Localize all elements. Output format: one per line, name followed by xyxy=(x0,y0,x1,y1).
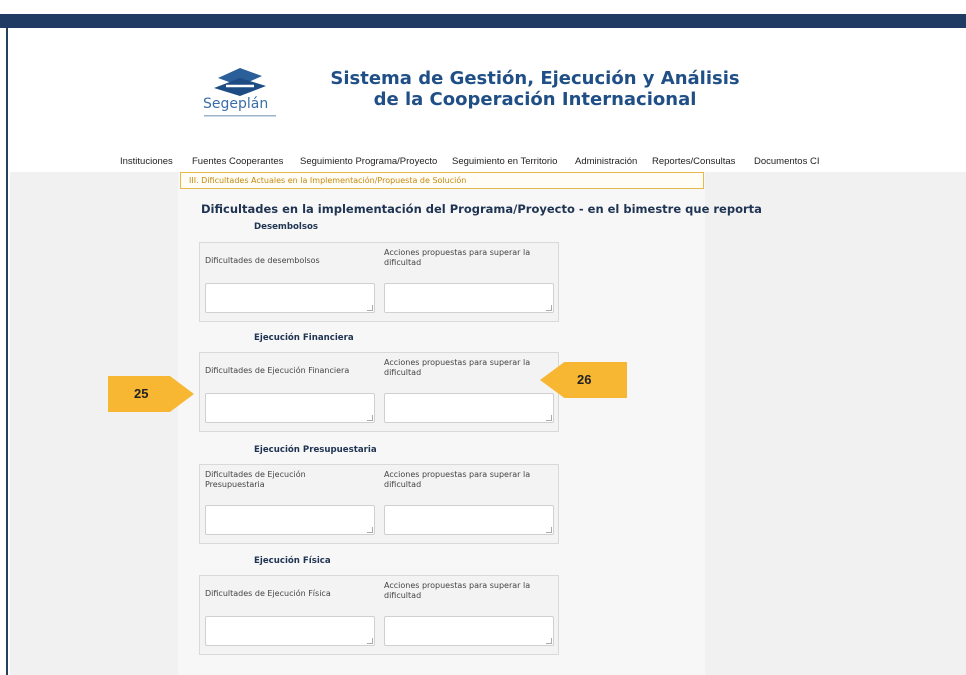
nav-item-seguimiento-programa[interactable]: Seguimiento Programa/Proyecto xyxy=(300,156,437,167)
nav-item-fuentes-cooperantes[interactable]: Fuentes Cooperantes xyxy=(192,156,283,167)
dificultades-financiera-textarea[interactable] xyxy=(205,393,375,423)
resize-handle-icon[interactable] xyxy=(546,415,552,421)
group-title-ejecucion-presupuestaria: Ejecución Presupuestaria xyxy=(254,445,377,455)
top-bar xyxy=(0,14,966,28)
acciones-fisica-textarea[interactable] xyxy=(384,616,554,646)
callout-26-label: 26 xyxy=(577,372,592,387)
main-nav: Instituciones Fuentes Cooperantes Seguim… xyxy=(10,152,966,173)
nav-item-seguimiento-territorio[interactable]: Seguimiento en Territorio xyxy=(452,156,557,167)
field-label: Acciones propuestas para superar la difi… xyxy=(384,581,531,600)
dificultades-fisica-textarea[interactable] xyxy=(205,616,375,646)
field-label: Dificultades de Ejecución Física xyxy=(205,589,331,598)
acciones-desembolsos-textarea[interactable] xyxy=(384,283,554,313)
group-box-ejecucion-fisica: Dificultades de Ejecución Física Accione… xyxy=(199,575,559,655)
field-label: Dificultades de Ejecución Financiera xyxy=(205,366,350,375)
field-label: Acciones propuestas para superar la difi… xyxy=(384,248,531,267)
app-title-line1: Sistema de Gestión, Ejecución y Análisis xyxy=(330,68,740,89)
field-label: Acciones propuestas para superar la difi… xyxy=(384,470,531,489)
window-left-edge xyxy=(0,28,8,675)
resize-handle-icon[interactable] xyxy=(546,305,552,311)
logo-tagline xyxy=(204,115,276,117)
field-label: Dificultades de Ejecución Presupuestaria xyxy=(205,470,306,489)
group-title-ejecucion-financiera: Ejecución Financiera xyxy=(254,333,354,343)
group-box-desembolsos: Dificultades de desembolsos Acciones pro… xyxy=(199,242,559,322)
app-title-line2: de la Cooperación Internacional xyxy=(373,89,697,110)
resize-handle-icon[interactable] xyxy=(546,638,552,644)
dificultades-presupuestaria-textarea[interactable] xyxy=(205,505,375,535)
field-label: Dificultades de desembolsos xyxy=(205,256,320,265)
logo-text: Segeplán xyxy=(203,96,269,112)
dificultades-desembolsos-textarea[interactable] xyxy=(205,283,375,313)
resize-handle-icon[interactable] xyxy=(546,527,552,533)
resize-handle-icon[interactable] xyxy=(367,415,373,421)
section-tab[interactable]: III. Dificultades Actuales en la Impleme… xyxy=(180,172,704,189)
callout-25-label: 25 xyxy=(134,386,149,401)
acciones-financiera-textarea[interactable] xyxy=(384,393,554,423)
acciones-presupuestaria-textarea[interactable] xyxy=(384,505,554,535)
nav-item-administracion[interactable]: Administración xyxy=(575,156,637,167)
resize-handle-icon[interactable] xyxy=(367,527,373,533)
app-title: Sistema de Gestión, Ejecución y Análisis… xyxy=(320,68,750,110)
group-title-desembolsos: Desembolsos xyxy=(254,222,318,232)
resize-handle-icon[interactable] xyxy=(367,305,373,311)
group-box-ejecucion-financiera: Dificultades de Ejecución Financiera Acc… xyxy=(199,352,559,432)
page-title: Dificultades en la implementación del Pr… xyxy=(201,202,762,216)
group-box-ejecucion-presupuestaria: Dificultades de Ejecución Presupuestaria… xyxy=(199,464,559,544)
nav-item-reportes-consultas[interactable]: Reportes/Consultas xyxy=(652,156,735,167)
resize-handle-icon[interactable] xyxy=(367,638,373,644)
nav-item-documentos-ci[interactable]: Documentos CI xyxy=(754,156,819,167)
group-title-ejecucion-fisica: Ejecución Física xyxy=(254,556,331,566)
nav-item-instituciones[interactable]: Instituciones xyxy=(120,156,173,167)
field-label: Acciones propuestas para superar la difi… xyxy=(384,358,531,377)
